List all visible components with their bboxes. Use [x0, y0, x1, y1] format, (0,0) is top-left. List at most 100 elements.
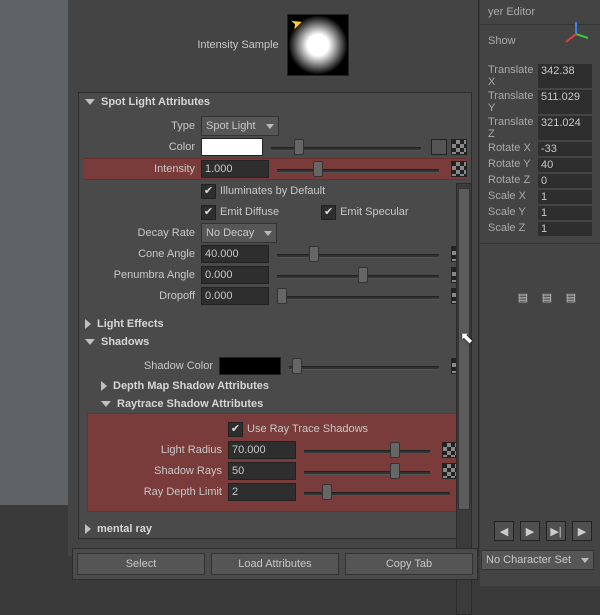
copy-tab-button[interactable]: Copy Tab: [345, 553, 473, 575]
decay-value: No Decay: [206, 227, 254, 239]
section-mental-ray[interactable]: mental ray: [79, 520, 471, 538]
chevron-down-icon: [581, 558, 589, 563]
emit-row: ✔ Emit Diffuse ✔ Emit Specular: [83, 202, 467, 222]
map-chip[interactable]: [451, 139, 467, 155]
play-back-button[interactable]: ▶: [520, 521, 540, 541]
section-light-effects[interactable]: Light Effects: [79, 315, 471, 333]
use-rt-checkbox[interactable]: ✔: [228, 422, 243, 437]
section-title: Light Effects: [97, 318, 164, 330]
color-slider[interactable]: [271, 145, 421, 149]
emit-diffuse-label: Emit Diffuse: [220, 206, 279, 218]
load-attributes-button[interactable]: Load Attributes: [211, 553, 339, 575]
play-button[interactable]: ▶|: [546, 521, 566, 541]
transport-controls: ◀ ▶ ▶| ▶: [494, 521, 592, 541]
shadow-color-slider[interactable]: [289, 364, 439, 368]
layers-icon[interactable]: ▤: [538, 290, 556, 304]
radius-row: Light Radius: [92, 440, 458, 460]
chan-rx[interactable]: Rotate X-33: [488, 141, 592, 157]
chan-tz[interactable]: Translate Z321.024: [488, 115, 592, 141]
grey-chip[interactable]: [431, 139, 447, 155]
depth-label: Ray Depth Limit: [92, 486, 228, 498]
collapse-icon: [101, 381, 107, 391]
intensity-input[interactable]: [201, 160, 269, 178]
select-button[interactable]: Select: [77, 553, 205, 575]
cone-input[interactable]: [201, 245, 269, 263]
chevron-down-icon: [264, 231, 272, 236]
char-set-value: No Character Set: [486, 554, 571, 566]
penumbra-slider[interactable]: [277, 273, 439, 277]
chan-sx[interactable]: Scale X1: [488, 189, 592, 205]
decay-row: Decay Rate No Decay: [83, 223, 467, 243]
shadow-color-label: Shadow Color: [83, 360, 219, 372]
dropoff-input[interactable]: [201, 287, 269, 305]
color-label: Color: [83, 141, 201, 153]
viewport: [0, 0, 69, 505]
shadow-color-row: Shadow Color: [83, 356, 467, 376]
scroll-thumb[interactable]: [458, 188, 470, 510]
emit-specular-label: Emit Specular: [340, 206, 408, 218]
type-label: Type: [83, 120, 201, 132]
right-column: yer Editor Show Translate X342.38 Transl…: [480, 0, 600, 586]
section-spot-light[interactable]: Spot Light Attributes: [79, 93, 471, 111]
chan-sz[interactable]: Scale Z1: [488, 221, 592, 237]
shadow-color-swatch[interactable]: [219, 357, 281, 375]
map-chip[interactable]: [451, 161, 467, 177]
chan-ry[interactable]: Rotate Y40: [488, 157, 592, 173]
specular-checkbox[interactable]: ✔: [321, 205, 336, 220]
expand-icon: [101, 401, 111, 407]
cone-slider[interactable]: [277, 252, 439, 256]
decay-label: Decay Rate: [83, 227, 201, 239]
spot-light-body: Type Spot Light Color Intensity: [79, 111, 471, 315]
intensity-slider[interactable]: [277, 167, 439, 171]
collapse-icon: [85, 319, 91, 329]
section-title: Shadows: [101, 336, 149, 348]
layers-icon[interactable]: ▤: [562, 290, 580, 304]
rays-slider[interactable]: [304, 469, 430, 473]
next-key-button[interactable]: ▶: [572, 521, 592, 541]
penumbra-input[interactable]: [201, 266, 269, 284]
layer-icons: ▤ ▤ ▤: [514, 290, 580, 304]
rays-label: Shadow Rays: [92, 465, 228, 477]
illum-default-label: Illuminates by Default: [220, 185, 325, 197]
chan-rz[interactable]: Rotate Z0: [488, 173, 592, 189]
diffuse-checkbox[interactable]: ✔: [201, 205, 216, 220]
raytrace-body: ✔ Use Ray Trace Shadows Light Radius Sha…: [87, 413, 463, 512]
depth-slider[interactable]: [304, 490, 450, 494]
chan-ty[interactable]: Translate Y511.029: [488, 89, 592, 115]
right-header: yer Editor: [480, 0, 600, 25]
rays-input[interactable]: [228, 462, 296, 480]
color-swatch[interactable]: [201, 138, 263, 156]
radius-slider[interactable]: [304, 448, 430, 452]
section-depthmap[interactable]: Depth Map Shadow Attributes: [95, 377, 467, 395]
channel-box: Translate X342.38 Translate Y511.029 Tra…: [480, 57, 600, 244]
dropoff-slider[interactable]: [277, 294, 439, 298]
penumbra-label: Penumbra Angle: [83, 269, 201, 281]
intensity-label: Intensity: [83, 163, 201, 175]
intensity-sample: Intensity Sample: [68, 0, 478, 90]
expand-icon: [85, 339, 95, 345]
intensity-row: Intensity: [83, 158, 467, 180]
layer-editor-label: yer Editor: [488, 6, 535, 18]
dropoff-row: Dropoff: [83, 286, 467, 306]
decay-dropdown[interactable]: No Decay: [201, 223, 277, 243]
depth-input[interactable]: [228, 483, 296, 501]
chan-tx[interactable]: Translate X342.38: [488, 63, 592, 89]
prev-key-button[interactable]: ◀: [494, 521, 514, 541]
penumbra-row: Penumbra Angle: [83, 265, 467, 285]
character-set-dropdown[interactable]: No Character Set: [481, 550, 594, 570]
shadows-body: Shadow Color Depth Map Shadow Attributes…: [79, 351, 471, 520]
section-title: mental ray: [97, 523, 152, 535]
footer-buttons: Select Load Attributes Copy Tab: [72, 548, 478, 580]
layers-icon[interactable]: ▤: [514, 290, 532, 304]
cone-row: Cone Angle: [83, 244, 467, 264]
intensity-sample-label: Intensity Sample: [197, 39, 278, 51]
illum-checkbox[interactable]: ✔: [201, 184, 216, 199]
dropoff-label: Dropoff: [83, 290, 201, 302]
section-title: Depth Map Shadow Attributes: [113, 380, 269, 392]
section-raytrace[interactable]: Raytrace Shadow Attributes: [95, 395, 467, 413]
type-dropdown[interactable]: Spot Light: [201, 116, 279, 136]
section-shadows[interactable]: Shadows: [79, 333, 471, 351]
color-row: Color: [83, 137, 467, 157]
radius-input[interactable]: [228, 441, 296, 459]
chan-sy[interactable]: Scale Y1: [488, 205, 592, 221]
